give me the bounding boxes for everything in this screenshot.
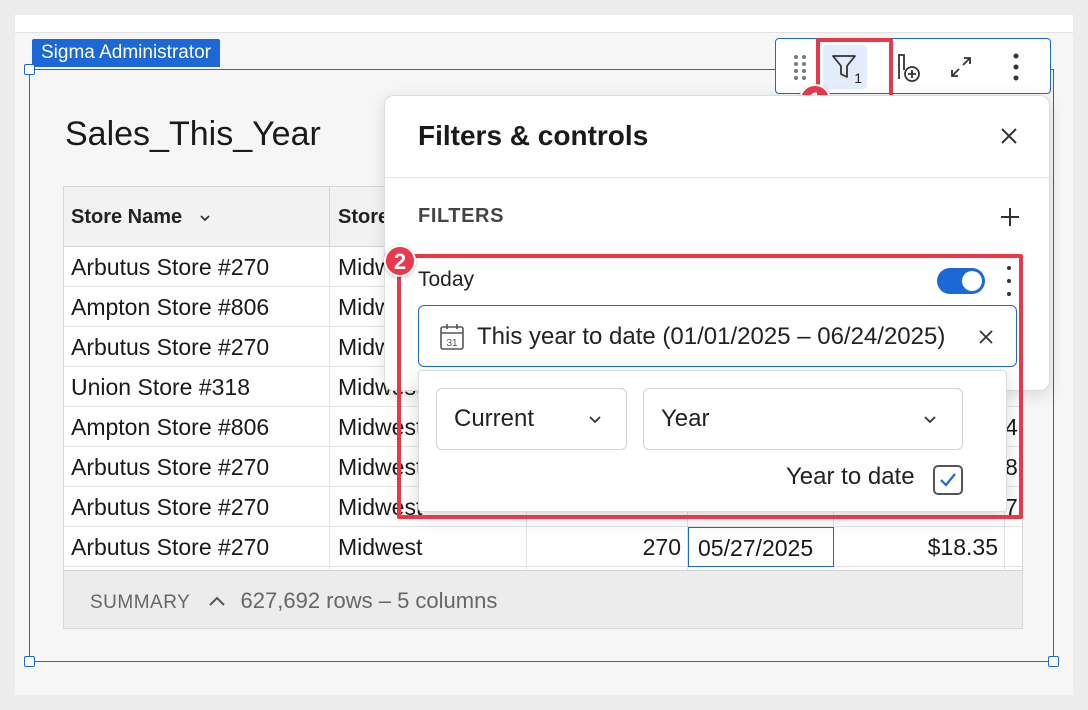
chevron-down-icon	[200, 215, 210, 221]
chevron-up-icon[interactable]	[208, 571, 226, 628]
plus-icon	[1001, 208, 1019, 226]
resize-handle-bottom-right[interactable]	[1048, 656, 1059, 667]
divider	[385, 177, 1049, 178]
summary-label: SUMMARY	[90, 592, 191, 613]
callout-highlight-2	[397, 254, 1023, 519]
drag-handle-icon[interactable]	[780, 45, 820, 89]
table-cell[interactable]: Arbutus Store #270	[64, 447, 330, 487]
resize-handle-bottom-left[interactable]	[24, 656, 35, 667]
resize-handle-top-left[interactable]	[24, 64, 35, 75]
table-cell[interactable]: Arbutus Store #270	[64, 247, 330, 287]
expand-icon	[951, 57, 971, 77]
top-strip	[15, 15, 1073, 33]
more-vertical-icon	[1013, 53, 1019, 81]
add-filter-button[interactable]	[995, 202, 1025, 232]
callout-badge-2: 2	[384, 245, 416, 277]
page-title: Sales_This_Year	[65, 115, 321, 153]
table-cell[interactable]: Arbutus Store #270	[64, 327, 330, 367]
more-options-button[interactable]	[994, 45, 1038, 89]
column-header-store-name[interactable]: Store Name	[64, 187, 330, 247]
close-button[interactable]	[993, 120, 1025, 152]
close-icon	[1001, 128, 1017, 144]
table-cell-active[interactable]: 05/27/2025	[688, 527, 834, 567]
table-cell[interactable]: Ampton Store #806	[64, 407, 330, 447]
filters-section-label: FILTERS	[418, 205, 505, 227]
table-cell[interactable]: Union Store #318	[64, 367, 330, 407]
table-cell[interactable]: 270	[527, 527, 688, 567]
table-cell[interactable]: Arbutus Store #270	[64, 527, 330, 567]
table-cell[interactable]: Arbutus Store #270	[64, 487, 330, 527]
panel-title: Filters & controls	[418, 120, 649, 151]
column-header-label: Store Name	[71, 206, 183, 228]
expand-button[interactable]	[939, 45, 983, 89]
table-cell[interactable]: Ampton Store #806	[64, 287, 330, 327]
table-cell[interactable]: Midwest	[330, 527, 527, 567]
admin-tag: Sigma Administrator	[32, 39, 221, 67]
summary-bar[interactable]: SUMMARY 627,692 rows – 5 columns	[64, 570, 1022, 628]
summary-text: 627,692 rows – 5 columns	[240, 588, 498, 613]
table-cell[interactable]: $18.35	[834, 527, 1005, 567]
table-cell[interactable]	[1005, 527, 1022, 567]
table-row[interactable]: Arbutus Store #270 Midwest 270 05/27/202…	[64, 527, 1022, 567]
